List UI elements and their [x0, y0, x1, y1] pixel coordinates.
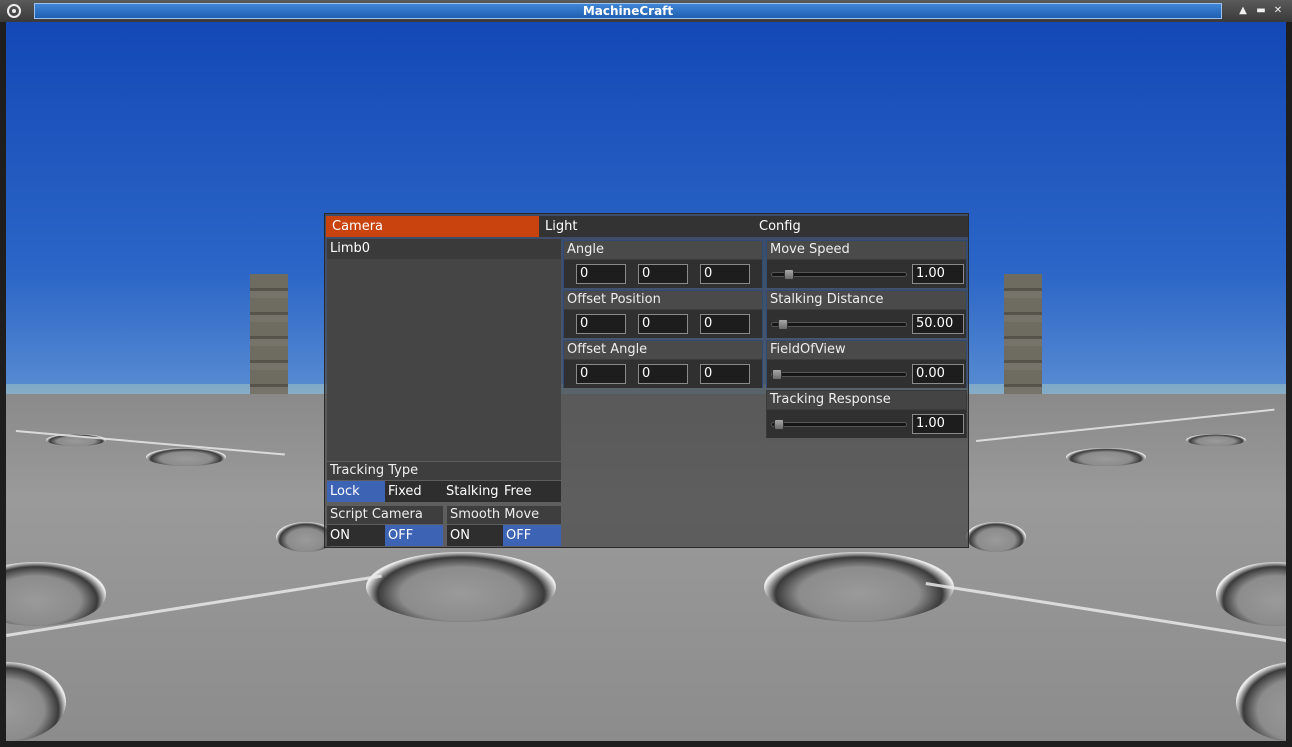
shade-icon[interactable]: ▲: [1236, 4, 1250, 18]
minimize-icon[interactable]: ▬: [1254, 4, 1268, 18]
close-icon[interactable]: ✕: [1271, 4, 1285, 18]
window-frame: [0, 22, 1292, 747]
title-bar: MachineCraft ▲ ▬ ✕: [0, 0, 1292, 22]
window-title: MachineCraft: [34, 3, 1222, 19]
window-menu-icon[interactable]: [6, 3, 22, 19]
